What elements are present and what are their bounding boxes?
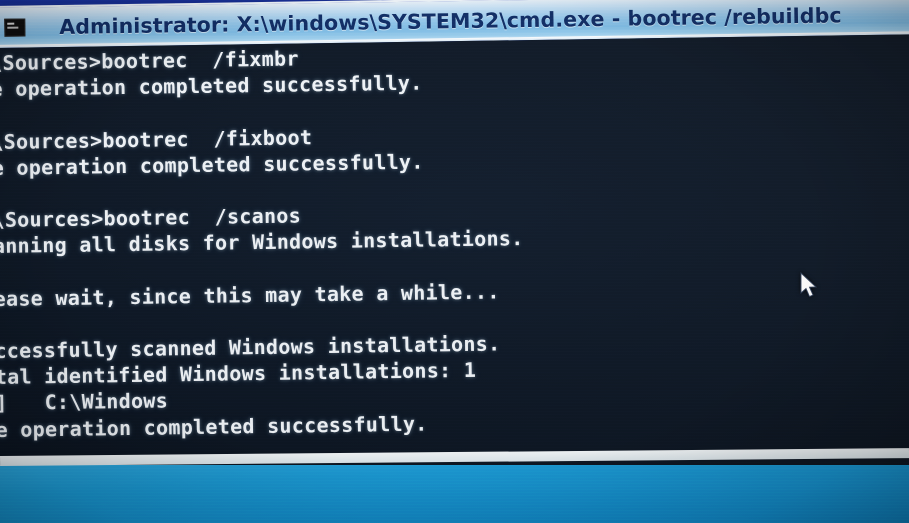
screen-photo: Administrator: X:\windows\SYSTEM32\cmd.e… — [0, 0, 909, 523]
mouse-arrow-pointer — [800, 272, 818, 298]
window-title: Administrator: X:\windows\SYSTEM32\cmd.e… — [59, 3, 842, 39]
console-lines: :\Sources>bootrec /fixmbr he operation c… — [0, 36, 909, 484]
desktop-background-bottom — [0, 465, 909, 523]
cmd-console-icon[interactable] — [4, 18, 26, 37]
command-prompt-window[interactable]: Administrator: X:\windows\SYSTEM32\cmd.e… — [0, 0, 909, 484]
console-output-area[interactable]: :\Sources>bootrec /fixmbr he operation c… — [0, 34, 909, 484]
